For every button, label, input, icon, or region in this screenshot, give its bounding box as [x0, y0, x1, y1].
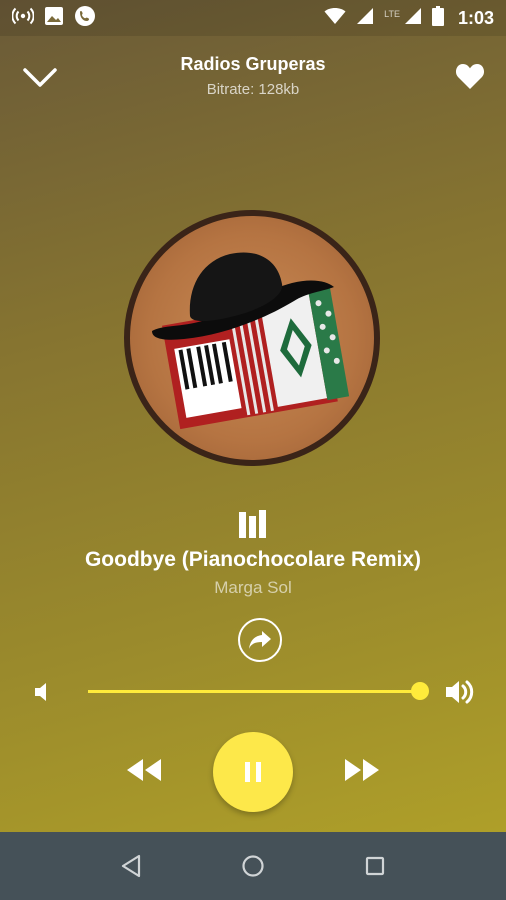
battery-icon	[431, 5, 444, 31]
nav-back-button[interactable]	[107, 842, 155, 890]
signal-icon	[356, 7, 374, 30]
wifi-icon	[324, 7, 346, 30]
share-button[interactable]	[238, 618, 282, 662]
status-system: LTE 1:03	[324, 5, 494, 31]
radio-broadcast-icon	[11, 7, 35, 30]
heart-icon	[455, 64, 485, 89]
nav-recents-button[interactable]	[351, 842, 399, 890]
system-nav-bar	[0, 832, 506, 900]
signal-icon	[404, 7, 422, 30]
equalizer-icon	[238, 508, 268, 538]
phone-icon	[74, 5, 96, 32]
rewind-button[interactable]	[122, 752, 166, 788]
clock: 1:03	[457, 7, 494, 28]
volume-low-icon[interactable]	[30, 680, 54, 704]
fast-forward-icon	[345, 759, 379, 781]
volume-high-icon[interactable]	[444, 678, 478, 706]
share-icon	[249, 631, 271, 649]
pause-icon	[245, 762, 261, 782]
back-triangle-icon	[121, 854, 141, 878]
volume-slider-thumb[interactable]	[411, 682, 429, 700]
song-title: Goodbye (Pianochocolare Remix)	[84, 548, 422, 571]
pause-button[interactable]	[213, 732, 293, 812]
favorite-button[interactable]	[448, 56, 492, 96]
station-artwork	[124, 210, 380, 466]
volume-slider-fill	[88, 690, 420, 693]
home-circle-icon	[242, 855, 264, 877]
status-notifications	[11, 5, 96, 32]
recents-square-icon	[365, 856, 385, 876]
fast-forward-button[interactable]	[340, 752, 384, 788]
nav-home-button[interactable]	[229, 842, 277, 890]
volume-slider[interactable]	[88, 682, 429, 700]
player-header: Radios Gruperas Bitrate: 128kb	[0, 40, 506, 110]
network-type: LTE	[384, 9, 400, 19]
station-name: Radios Gruperas	[180, 54, 326, 74]
image-icon	[44, 6, 64, 31]
artist-name: Marga Sol	[214, 578, 292, 597]
bitrate-label: Bitrate: 128kb	[206, 81, 300, 98]
status-bar: LTE 1:03	[0, 0, 506, 36]
rewind-icon	[127, 759, 161, 781]
